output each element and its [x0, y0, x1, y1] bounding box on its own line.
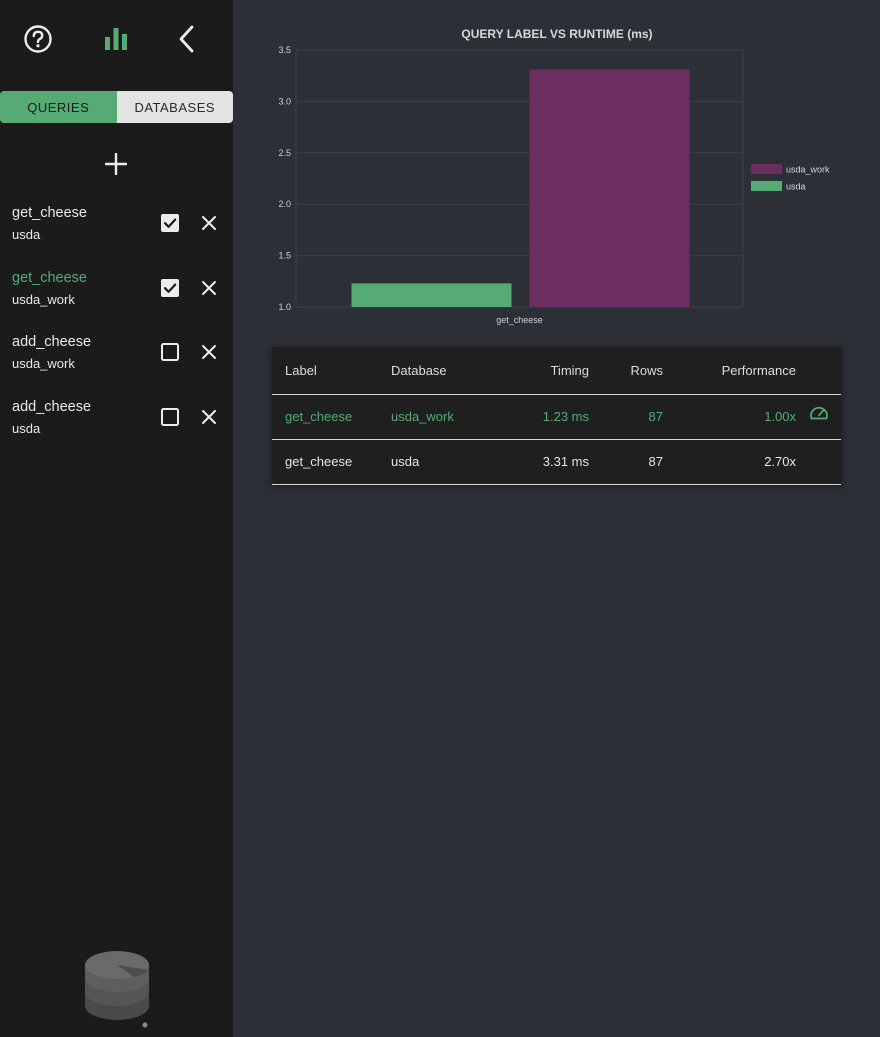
legend-label[interactable]: usda [786, 182, 806, 192]
header-rows[interactable]: Rows [589, 347, 663, 395]
results-table: Label Database Timing Rows Performance g… [272, 347, 841, 485]
header-performance[interactable]: Performance [663, 347, 796, 395]
tab-queries[interactable]: QUERIES [0, 91, 117, 123]
chevron-left-icon[interactable] [170, 22, 204, 56]
cell-rows: 87 [589, 439, 663, 485]
checkbox-empty-icon[interactable] [160, 407, 180, 427]
close-icon[interactable] [199, 278, 219, 298]
query-database: usda [12, 227, 41, 242]
list-item[interactable]: get_cheese usda [0, 200, 233, 265]
cell-label: get_cheese [272, 439, 391, 485]
query-label[interactable]: get_cheese [12, 205, 87, 221]
y-tick-label: 1.0 [278, 302, 291, 312]
cell-label: get_cheese [272, 394, 391, 440]
speedometer-icon [809, 406, 828, 420]
header-timing[interactable]: Timing [511, 347, 589, 395]
cell-timing: 1.23 ms [511, 394, 589, 440]
cell-icon [796, 394, 841, 440]
bar-usda[interactable] [351, 283, 512, 307]
bar-chart-icon[interactable] [99, 22, 133, 56]
cell-performance: 1.00x [663, 394, 796, 440]
y-tick-label: 3.5 [278, 45, 291, 55]
query-database: usda [12, 421, 41, 437]
runtime-chart: QUERY LABEL VS RUNTIME (ms) 1.0 1.5 2.0 2.5… [233, 0, 880, 335]
sidebar-tabs: QUERIES DATABASES [0, 91, 233, 123]
close-icon[interactable] [199, 213, 219, 233]
query-database: usda_work [12, 291, 75, 307]
add-query-button[interactable] [102, 150, 130, 178]
checkbox-checked-icon[interactable] [160, 213, 180, 233]
close-icon[interactable] [199, 407, 219, 427]
cell-icon [796, 439, 841, 485]
runtime-chart-svg: QUERY LABEL VS RUNTIME (ms) 1.0 1.5 2.0 2.5… [278, 27, 830, 325]
x-tick-label: get_cheese [496, 315, 543, 325]
database-logo-icon [85, 951, 149, 1028]
y-tick-label: 3.0 [278, 96, 291, 106]
main-panel: QUERY LABEL VS RUNTIME (ms) 1.0 1.5 2.0 2.5… [233, 0, 880, 1037]
legend-label[interactable]: usda_work [786, 165, 830, 175]
query-label[interactable]: add_cheese [12, 334, 91, 350]
sidebar: QUERIES DATABASES get_cheese usda get_ch… [0, 0, 233, 1037]
cell-database: usda [391, 439, 511, 485]
sidebar-toolbar [0, 22, 233, 56]
table-row[interactable]: get_cheese usda 3.31 ms 87 2.70x [272, 439, 841, 485]
cell-database: usda_work [391, 394, 511, 440]
help-icon[interactable] [21, 22, 55, 56]
query-database: usda_work [12, 356, 75, 372]
query-list: get_cheese usda get_cheese usda_work add… [0, 200, 233, 459]
chart-title: QUERY LABEL VS RUNTIME (ms) [461, 27, 652, 41]
list-item[interactable]: add_cheese usda [0, 394, 233, 459]
y-tick-label: 1.5 [278, 251, 291, 261]
header-spacer [796, 347, 841, 395]
legend-swatch-usda [751, 181, 782, 191]
checkbox-empty-icon[interactable] [160, 342, 180, 362]
cell-timing: 3.31 ms [511, 439, 589, 485]
y-tick-label: 2.5 [278, 148, 291, 158]
table-header-row: Label Database Timing Rows Performance [272, 347, 841, 395]
bar-usda_work[interactable] [529, 69, 690, 307]
plus-icon [105, 153, 127, 175]
tab-databases[interactable]: DATABASES [116, 91, 233, 123]
legend-swatch-usda_work [751, 164, 782, 174]
query-label[interactable]: add_cheese [12, 399, 91, 415]
close-icon[interactable] [199, 342, 219, 362]
query-label[interactable]: get_cheese [12, 270, 87, 286]
checkbox-checked-icon[interactable] [160, 278, 180, 298]
list-item[interactable]: get_cheese usda_work [0, 265, 233, 330]
cell-rows: 87 [589, 394, 663, 440]
list-item[interactable]: add_cheese usda_work [0, 329, 233, 394]
table-row[interactable]: get_cheese usda_work 1.23 ms 87 1.00x [272, 394, 841, 440]
header-database[interactable]: Database [391, 347, 511, 395]
header-label[interactable]: Label [272, 347, 391, 395]
cell-performance: 2.70x [663, 439, 796, 485]
y-tick-label: 2.0 [278, 199, 291, 209]
